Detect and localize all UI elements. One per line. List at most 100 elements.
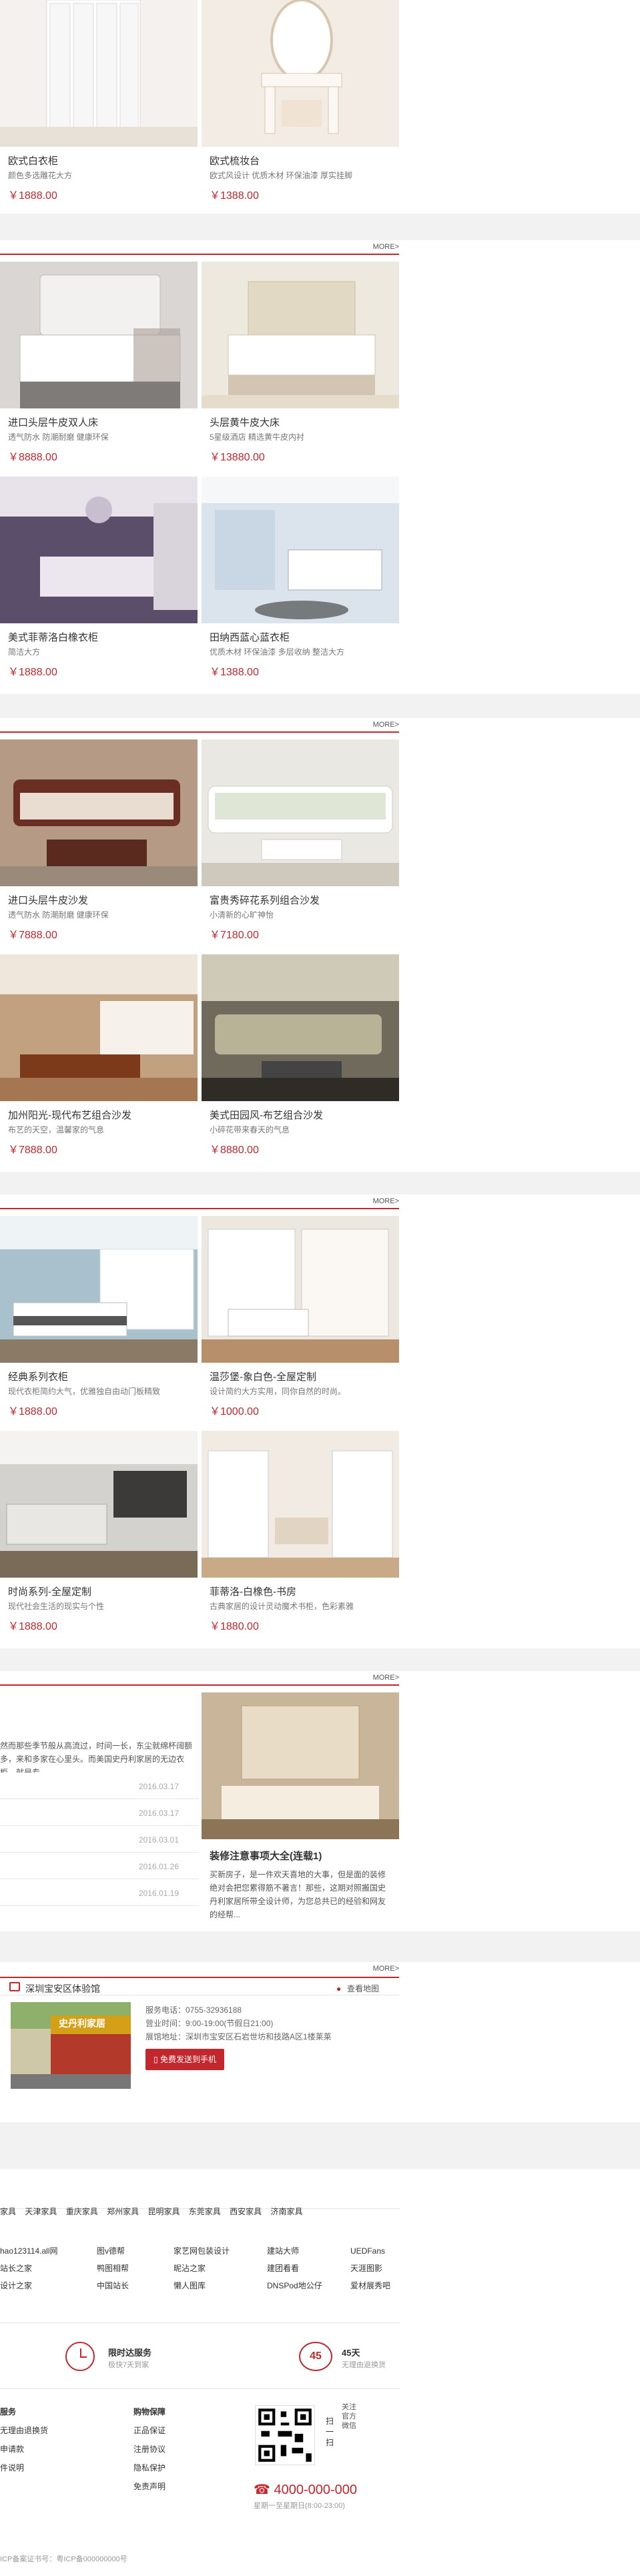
city-link[interactable]: 家具	[0, 2206, 16, 2217]
product-name[interactable]: 欧式梳妆台	[210, 153, 399, 168]
more-link[interactable]: MORE>	[373, 1965, 399, 1973]
product-image[interactable]	[202, 262, 399, 408]
product-name[interactable]: 经典系列衣柜	[8, 1369, 198, 1383]
product-card[interactable]: 田纳西蓝心蓝衣柜 优质木材 环保油漆 多层收纳 整洁大方 ￥1388.00	[202, 476, 399, 679]
news-row[interactable]: 2016.03.17	[0, 1799, 199, 1826]
friend-link[interactable]: 家艺网包装设计	[174, 2242, 267, 2260]
send-to-phone-button[interactable]: ▯ 免费发送到手机	[145, 2049, 224, 2070]
product-card[interactable]: 进口头层牛皮沙发 透气防水 防潮耐磨 健康环保 ￥7888.00	[0, 739, 198, 942]
product-card[interactable]: 进口头层牛皮双人床 透气防水 防潮耐磨 健康环保 ￥8888.00	[0, 262, 198, 464]
news-row[interactable]: 2016.01.26	[0, 1853, 199, 1879]
product-card[interactable]: 富贵秀碎花系列组合沙发 小清新的心旷神怡 ￥7180.00	[202, 739, 399, 942]
product-image[interactable]	[202, 1431, 399, 1578]
product-name[interactable]: 时尚系列-全屋定制	[8, 1584, 198, 1598]
product-image[interactable]	[202, 739, 399, 886]
product-name[interactable]: 田纳西蓝心蓝衣柜	[210, 630, 399, 644]
product-card[interactable]: 加州阳光-现代布艺组合沙发 布艺的天空，温馨家的气息 ￥7888.00	[0, 954, 198, 1157]
qr-code[interactable]	[255, 2405, 315, 2465]
help-link[interactable]: 无理由退换货	[0, 2421, 120, 2440]
product-name[interactable]: 进口头层牛皮双人床	[8, 415, 198, 429]
friend-link[interactable]: 图v德帮	[97, 2242, 174, 2260]
product-image[interactable]	[0, 0, 198, 147]
product-card[interactable]: 美式菲蒂洛白橡衣柜 简洁大方 ￥1888.00	[0, 476, 198, 679]
more-link[interactable]: MORE>	[373, 1674, 399, 1682]
news-date: 2016.01.19	[138, 1889, 179, 1898]
qr-follow-text: 关注官方微信	[342, 2403, 356, 2430]
product-name[interactable]: 菲蒂洛-白橡色-书房	[210, 1584, 399, 1598]
more-link[interactable]: MORE>	[373, 721, 399, 729]
product-image[interactable]	[0, 1216, 198, 1363]
city-link[interactable]: 郑州家具	[107, 2206, 139, 2217]
section-spacer	[0, 214, 640, 240]
friend-link[interactable]: 鸭图相帮	[97, 2260, 174, 2277]
product-name[interactable]: 富贵秀碎花系列组合沙发	[210, 893, 399, 907]
more-link[interactable]: MORE>	[373, 243, 399, 251]
help-link[interactable]: 件说明	[0, 2459, 120, 2477]
feature-title[interactable]: 装修注意事项大全(连载1)	[210, 1849, 399, 1863]
more-link[interactable]: MORE>	[373, 1197, 399, 1205]
product-image[interactable]	[0, 476, 198, 623]
news-row[interactable]: 2016.03.01	[0, 1826, 199, 1853]
city-link[interactable]: 天津家具	[25, 2206, 57, 2217]
product-desc: 欧式风设计 优质木材 环保油漆 厚实挂脚	[210, 171, 353, 180]
product-image[interactable]	[0, 739, 198, 886]
product-desc: 优质木材 环保油漆 多层收纳 整洁大方	[210, 647, 345, 657]
product-card[interactable]: 美式田园风-布艺组合沙发 小碎花带来春天的气息 ￥8880.00	[202, 954, 399, 1157]
store-photo[interactable]: 史丹利家居	[11, 2002, 131, 2089]
product-image[interactable]	[202, 0, 399, 147]
product-name[interactable]: 进口头层牛皮沙发	[8, 893, 198, 907]
friend-link[interactable]: hao123114.all网	[0, 2242, 97, 2260]
product-name[interactable]: 加州阳光-现代布艺组合沙发	[8, 1108, 198, 1122]
product-image[interactable]	[202, 476, 399, 623]
product-image[interactable]	[202, 954, 399, 1101]
friend-link[interactable]: 天涯图影	[350, 2260, 400, 2277]
friend-link[interactable]: 设计之家	[0, 2277, 97, 2294]
product-section-3: MORE> 进口头层牛皮沙发 透气防水 防潮耐磨 健康环保 ￥7888.00 富…	[0, 718, 399, 1172]
city-link[interactable]: 西安家具	[230, 2206, 262, 2217]
friend-link[interactable]: 懒人图库	[174, 2277, 267, 2294]
city-link[interactable]: 重庆家具	[66, 2206, 98, 2217]
product-name[interactable]: 美式田园风-布艺组合沙发	[210, 1108, 399, 1122]
product-desc: 小碎花带来春天的气息	[210, 1125, 290, 1135]
friend-link[interactable]: 站长之家	[0, 2260, 97, 2277]
product-card[interactable]: 温莎堡-象白色-全屋定制 设计简约大方实用，同你自然的时尚。 ￥1000.00	[202, 1216, 399, 1418]
news-row[interactable]: 2016.03.17	[0, 1773, 199, 1799]
view-map-link[interactable]: 查看地图	[347, 1983, 379, 1994]
friend-link[interactable]: 昵沾之家	[174, 2260, 267, 2277]
news-feature[interactable]: 装修注意事项大全(连载1) 买新房子，是一件欢天喜地的大事，但是面的装修绝对会把…	[202, 1692, 399, 1924]
store-icon	[9, 1982, 20, 1991]
friend-link[interactable]: 爱材展秀吧	[350, 2277, 400, 2294]
product-card[interactable]: 欧式白衣柜 颜色多选雕花大方 ￥1888.00	[0, 0, 198, 202]
friend-link[interactable]: DNSPod地公仔	[267, 2277, 350, 2294]
friend-link[interactable]: 建站大师	[267, 2242, 350, 2260]
product-card[interactable]: 欧式梳妆台 欧式风设计 优质木材 环保油漆 厚实挂脚 ￥1388.00	[202, 0, 399, 202]
product-desc: 透气防水 防潮耐磨 健康环保	[8, 910, 109, 920]
product-card[interactable]: 时尚系列-全屋定制 现代社会生活的现实与个性 ￥1888.00	[0, 1431, 198, 1633]
help-link[interactable]: 免责声明	[133, 2477, 234, 2496]
product-image[interactable]	[0, 262, 198, 408]
city-link[interactable]: 昆明家具	[147, 2206, 180, 2217]
store-info: 服务电话：0755-32936188 营业时间：9:00-19:00(节假日21…	[145, 2003, 332, 2070]
product-card[interactable]: 头层黄牛皮大床 5星级酒店 精选黄牛皮内衬 ￥13880.00	[202, 262, 399, 464]
product-image[interactable]	[0, 1431, 198, 1578]
city-link[interactable]: 东莞家具	[189, 2206, 221, 2217]
product-card[interactable]: 菲蒂洛-白橡色-书房 古典家居的设计灵动魔术书柜，色彩素雅 ￥1880.00	[202, 1431, 399, 1633]
product-card[interactable]: 经典系列衣柜 现代衣柜简约大气，优雅独自由动门板精致 ￥1888.00	[0, 1216, 198, 1418]
feature-image[interactable]	[202, 1692, 399, 1839]
section-spacer	[0, 2122, 640, 2169]
product-image[interactable]	[0, 954, 198, 1101]
city-link[interactable]: 济南家具	[271, 2206, 303, 2217]
friend-link[interactable]: 中国站长	[97, 2277, 174, 2294]
product-name[interactable]: 欧式白衣柜	[8, 153, 198, 168]
product-name[interactable]: 温莎堡-象白色-全屋定制	[210, 1369, 399, 1383]
friend-link[interactable]: 建团看看	[267, 2260, 350, 2277]
friend-link[interactable]: UEDFans	[350, 2242, 400, 2260]
help-link[interactable]: 正品保证	[133, 2421, 234, 2440]
product-name[interactable]: 美式菲蒂洛白橡衣柜	[8, 630, 198, 644]
help-link[interactable]: 申请款	[0, 2440, 120, 2459]
product-image[interactable]	[202, 1216, 399, 1363]
news-row[interactable]: 2016.01.19	[0, 1879, 199, 1906]
help-link[interactable]: 隐私保护	[133, 2459, 234, 2477]
help-link[interactable]: 注册协议	[133, 2440, 234, 2459]
product-name[interactable]: 头层黄牛皮大床	[210, 415, 399, 429]
